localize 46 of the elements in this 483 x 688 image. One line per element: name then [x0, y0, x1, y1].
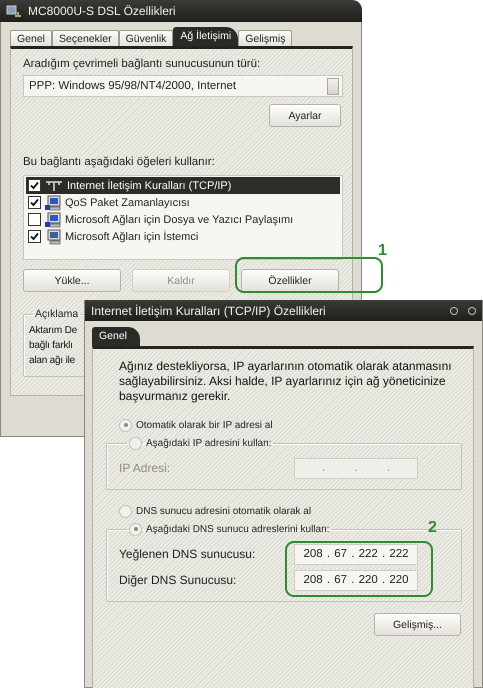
window-control-button[interactable] [450, 306, 458, 314]
computer-icon [45, 194, 61, 210]
tab[interactable]: Genel [10, 30, 52, 46]
checkbox[interactable] [28, 196, 41, 209]
callout-number: 2 [428, 519, 437, 537]
field-label: Aradığım çevrimeli bağlantı sunucusunun türü: [23, 58, 262, 70]
settings-button[interactable]: Ayarlar [269, 104, 341, 127]
list-item[interactable]: Microsoft Ağları için İstemci [26, 228, 340, 245]
network-protocol-icon [45, 179, 63, 192]
window-control-button[interactable] [468, 306, 476, 314]
field-label: Diğer DNS Sunucusu: [119, 573, 238, 587]
window-title: MC8000U-S DSL Özellikleri [28, 4, 177, 18]
network-connection-icon [6, 4, 22, 18]
radio-option[interactable]: Aşağıdaki IP adresini kullan: [129, 436, 272, 450]
tab[interactable]: Genel [92, 327, 140, 346]
description-text: bağlı farklı [29, 339, 73, 353]
description-text: alan ağı ile [29, 354, 75, 368]
callout-number: 1 [378, 242, 387, 260]
checkbox[interactable] [28, 230, 41, 243]
radio-option[interactable]: DNS sunucu adresini otomatik olarak al [119, 504, 473, 518]
dialog-button[interactable]: Yükle... [23, 269, 121, 292]
field-label: Yeğlenen DNS sunucusu: [119, 547, 256, 561]
description-text: Aktarım De [29, 324, 78, 338]
list-item[interactable]: QoS Paket Zamanlayıcısı [26, 194, 340, 211]
checkbox[interactable] [28, 213, 41, 226]
field-label: IP Adresi: [119, 461, 172, 475]
radio-option[interactable]: Aşağıdaki DNS sunucu adreslerini kullan: [129, 522, 330, 536]
window-title: Internet İletişim Kuralları (TCP/IP) Özellikleri [91, 304, 327, 318]
list-item[interactable]: Internet İletişim Kuralları (TCP/IP) [26, 177, 340, 194]
server-type-select[interactable]: PPP: Windows 95/98/NT4/2000, Internet [23, 75, 343, 97]
computer-icon [45, 228, 61, 244]
tab[interactable]: Ağ İletişimi [173, 27, 238, 46]
advanced-button[interactable]: Gelişmiş... [374, 613, 461, 636]
ip-address-field[interactable]: 208 . 67 . 222 . 222 [294, 544, 418, 564]
tab[interactable]: Güvenlik [118, 30, 174, 46]
list-label: Bu bağlantı aşağıdaki öğeleri kullanır: [23, 156, 215, 168]
intro-text: Ağınız destekliyorsa, IP ayarlarının otomatik olarak atanmasını sağlayabilirsiniz. Aksi halde, IP ayarlarınız için ağ yöneticinize başvurmanız gerekir. [119, 359, 453, 404]
group-label: Açıklama [35, 308, 78, 320]
tab[interactable]: Gelişmiş [238, 30, 292, 46]
radio-option[interactable]: Otomatik olarak bir IP adresi al [119, 418, 473, 432]
list-item[interactable]: Microsoft Ağları için Dosya ve Yazıcı Paylaşımı [26, 211, 340, 228]
tab[interactable]: Seçenekler [52, 30, 119, 46]
computer-icon [45, 212, 61, 228]
checkbox[interactable] [28, 179, 41, 192]
ip-address-field[interactable]: 208 . 67 . 220 . 220 [294, 570, 418, 590]
dialog-button[interactable]: Özellikler [241, 269, 339, 292]
